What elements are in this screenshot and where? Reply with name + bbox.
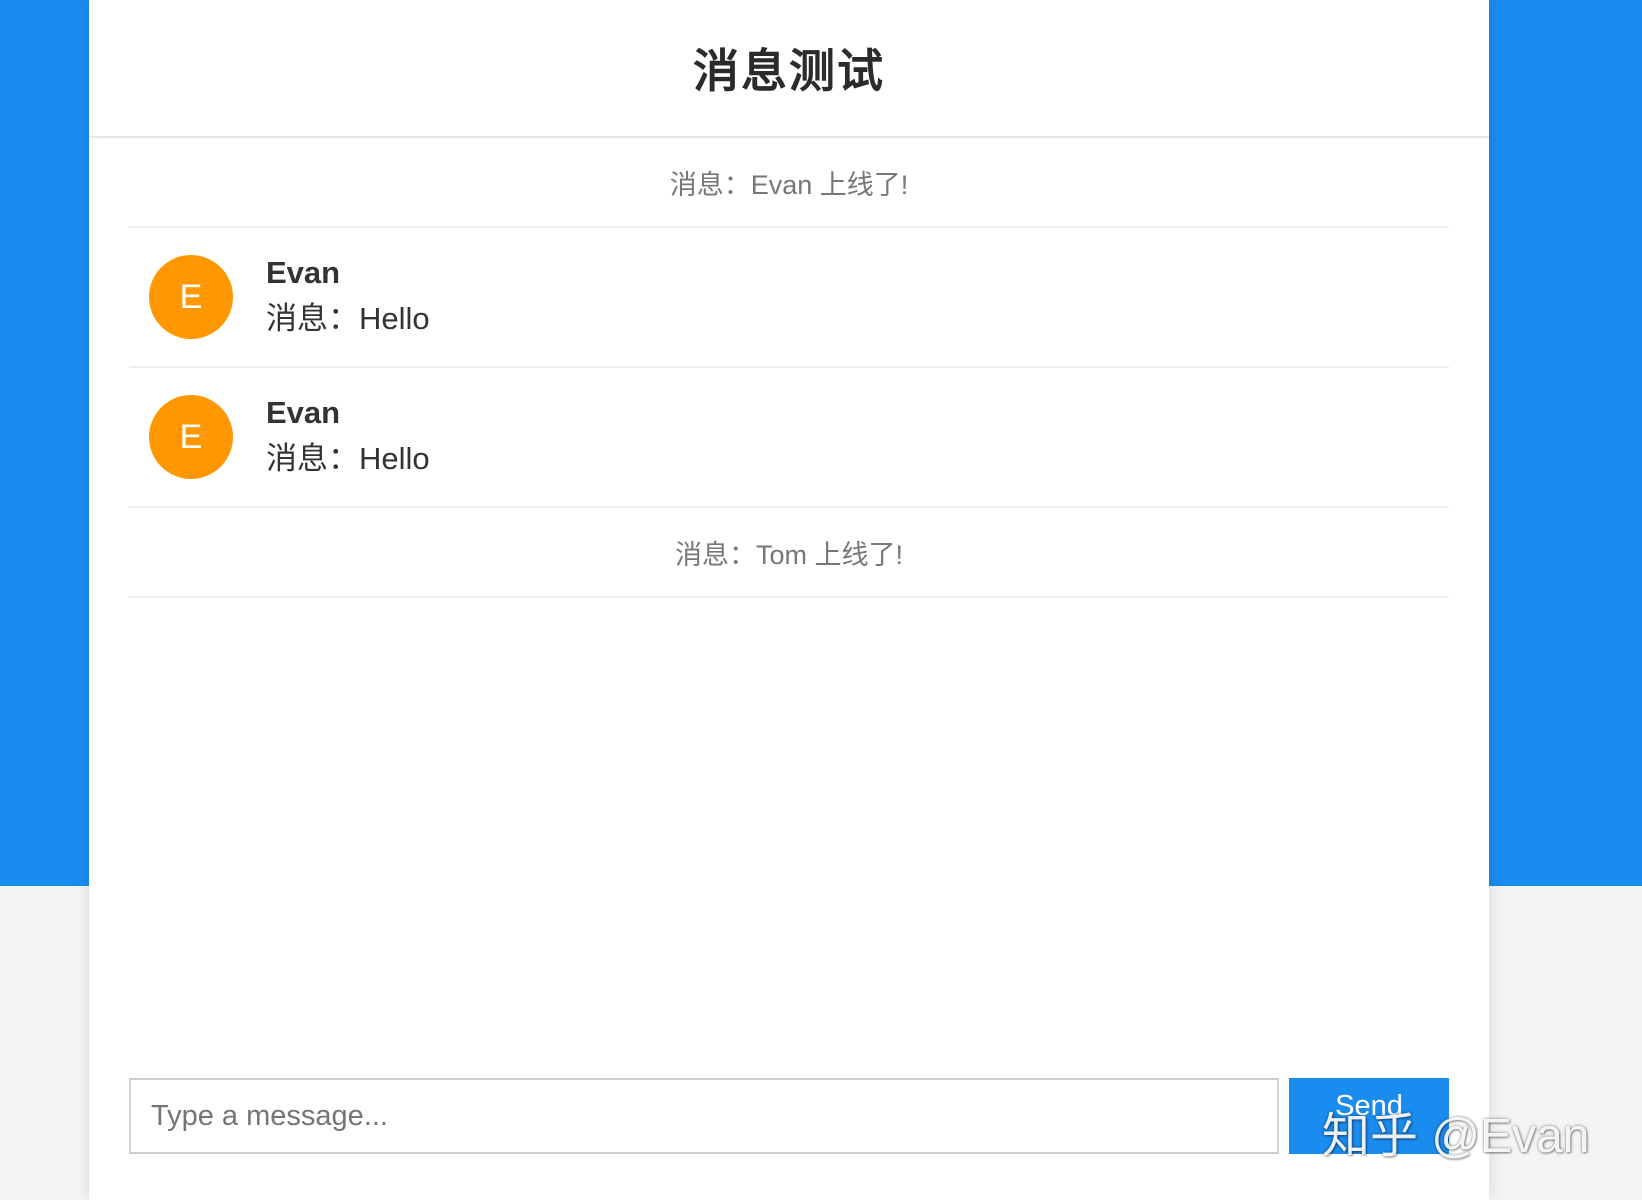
system-message: 消息：Evan 上线了! — [129, 138, 1449, 228]
message-body: Evan 消息：Hello — [266, 391, 430, 483]
message-text: 消息：Hello — [266, 441, 430, 476]
message-list: 消息：Evan 上线了! E Evan 消息：Hello E Evan 消息：H… — [129, 138, 1449, 598]
send-button[interactable]: Send — [1289, 1078, 1449, 1154]
message-text: 消息：Hello — [266, 301, 430, 336]
sender-name: Evan — [266, 395, 341, 430]
sender-name: Evan — [266, 255, 341, 290]
chat-window: 消息测试 消息：Evan 上线了! E Evan 消息：Hello E Evan… — [89, 0, 1489, 1200]
message-composer: Send — [129, 1078, 1449, 1154]
chat-message: E Evan 消息：Hello — [129, 368, 1449, 508]
chat-title: 消息测试 — [693, 45, 885, 97]
avatar: E — [149, 395, 233, 479]
system-message: 消息：Tom 上线了! — [129, 508, 1449, 598]
chat-message: E Evan 消息：Hello — [129, 228, 1449, 368]
avatar: E — [149, 255, 233, 339]
message-input[interactable] — [129, 1078, 1279, 1154]
chat-header: 消息测试 — [89, 0, 1489, 138]
message-body: Evan 消息：Hello — [266, 251, 430, 343]
